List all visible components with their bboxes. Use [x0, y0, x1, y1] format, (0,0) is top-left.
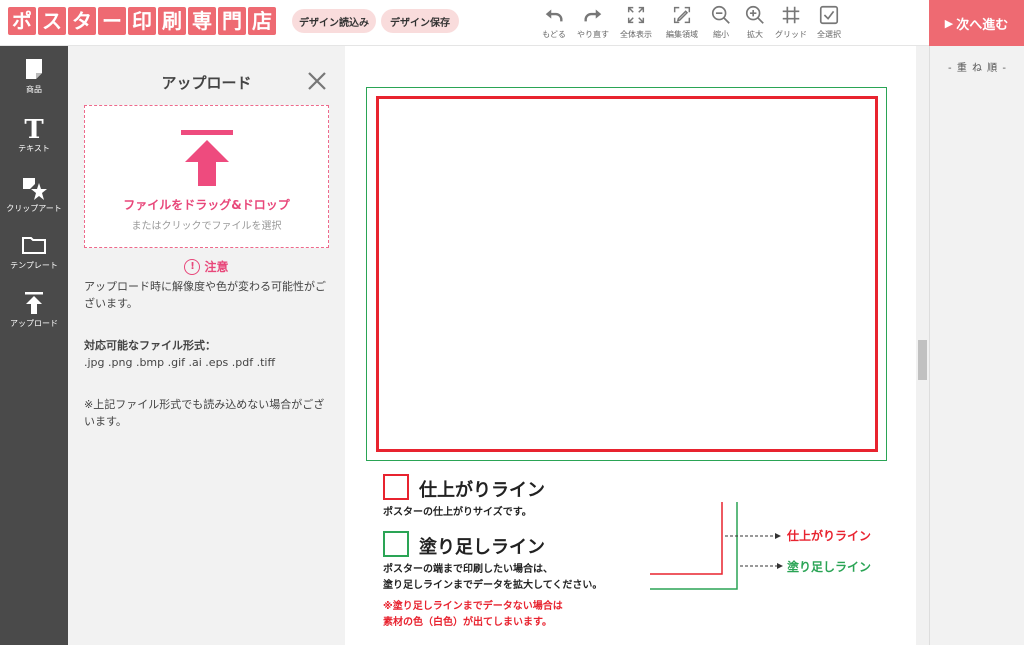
layer-order-title: - 重 ね 順 - — [948, 63, 1007, 74]
bleed-legend-title: 塗り足しライン — [419, 537, 545, 558]
logo-char: ポ — [8, 7, 36, 35]
grid-label: グリッド — [775, 30, 807, 39]
left-sidebar: 商品 T テキスト クリップアート テンプレート アップロード — [0, 46, 68, 645]
redo-button[interactable]: やり直す — [575, 4, 611, 42]
logo-char: 専 — [188, 7, 216, 35]
sidebar-item-label: テキスト — [18, 144, 50, 153]
sidebar-item-clipart[interactable]: クリップアート — [0, 175, 68, 229]
canvas-scrollbar[interactable] — [916, 46, 929, 645]
redo-label: やり直す — [577, 30, 609, 39]
file-drop-zone[interactable]: ファイルをドラッグ&ドロップ またはクリックでファイルを選択 — [84, 105, 329, 248]
save-design-button[interactable]: デザイン保存 — [381, 9, 459, 33]
fit-screen-button[interactable]: 全体表示 — [618, 4, 654, 42]
logo-char: 刷 — [158, 7, 186, 35]
select-all-label: 全選択 — [817, 30, 841, 39]
close-icon[interactable] — [306, 70, 328, 92]
undo-icon — [545, 9, 563, 22]
product-icon — [26, 59, 42, 79]
logo-char: タ — [68, 7, 96, 35]
redo-icon — [584, 9, 602, 22]
sidebar-item-label: アップロード — [10, 319, 58, 328]
finish-legend-swatch — [383, 474, 409, 500]
sidebar-item-template[interactable]: テンプレート — [0, 232, 68, 286]
zoom-out-label: 縮小 — [713, 30, 729, 39]
finish-legend-desc: ポスターの仕上がりサイズです。 — [383, 507, 532, 518]
line-diagram — [650, 502, 783, 590]
bleed-legend-desc-1: ポスターの端まで印刷したい場合は、 — [383, 564, 553, 575]
logo-char: 門 — [218, 7, 246, 35]
bleed-warning-1: ※塗り足しラインまでデータない場合は — [383, 601, 563, 612]
warning-text: アップロード時に解像度や色が変わる可能性がございます。 — [84, 280, 326, 310]
drop-zone-subtitle: またはクリックでファイルを選択 — [131, 221, 282, 232]
finish-line[interactable] — [376, 96, 878, 452]
logo-char: 店 — [248, 7, 276, 35]
scroll-thumb[interactable] — [918, 340, 927, 380]
bleed-legend-swatch — [383, 531, 409, 557]
site-logo[interactable]: ポ ス タ ー 印 刷 専 門 店 — [8, 7, 276, 35]
play-triangle-icon: ▶ — [944, 16, 954, 30]
sidebar-item-label: テンプレート — [10, 261, 58, 270]
sidebar-item-upload[interactable]: アップロード — [0, 290, 68, 344]
zoom-in-label: 拡大 — [747, 30, 763, 39]
format-note: ※上記ファイル形式でも読み込めない場合がございます。 — [84, 398, 325, 428]
finish-legend-title: 仕上がりライン — [419, 480, 545, 501]
zoom-in-button[interactable]: 拡大 — [737, 4, 773, 42]
fit-screen-icon — [627, 6, 645, 24]
edit-area-icon — [673, 6, 691, 24]
grid-icon — [782, 6, 800, 24]
logo-char: ス — [38, 7, 66, 35]
diagram-bleed-label: 塗り足しライン — [787, 560, 872, 574]
design-canvas-area: 仕上がりライン ポスターの仕上がりサイズです。 塗り足しライン ポスターの端まで… — [345, 46, 916, 645]
sidebar-item-text[interactable]: T テキスト — [0, 115, 68, 169]
drop-zone-title: ファイルをドラッグ&ドロップ — [123, 198, 290, 212]
panel-title: アップロード — [161, 74, 252, 92]
upload-arrow-icon — [180, 130, 233, 186]
svg-text:T: T — [24, 115, 44, 141]
logo-char: 印 — [128, 7, 156, 35]
fit-screen-label: 全体表示 — [620, 30, 652, 39]
next-step-button[interactable]: ▶ 次へ進む — [929, 0, 1024, 46]
upload-panel: アップロード ファイルをドラッグ&ドロップ またはクリックでファイルを選択 ! … — [68, 46, 345, 645]
formats-title: 対応可能なファイル形式： — [84, 339, 216, 352]
sidebar-item-label: 商品 — [26, 85, 42, 94]
sidebar-item-product[interactable]: 商品 — [0, 56, 68, 110]
layer-order-panel: - 重 ね 順 - — [929, 46, 1024, 645]
clipart-icon — [23, 178, 47, 200]
undo-button[interactable]: もどる — [536, 4, 572, 42]
top-bar: ポ ス タ ー 印 刷 専 門 店 デザイン読込み デザイン保存 もどる やり直… — [0, 0, 1024, 46]
warning-heading: ! 注意 — [68, 258, 345, 275]
next-step-label: 次へ進む — [956, 17, 1009, 33]
alert-icon: ! — [184, 258, 201, 275]
logo-char: ー — [98, 7, 126, 35]
sidebar-item-label: クリップアート — [6, 204, 62, 213]
edit-area-label: 編集領域 — [666, 30, 698, 39]
edit-area-button[interactable]: 編集領域 — [664, 4, 700, 42]
template-folder-icon — [22, 237, 46, 254]
formats-list: .jpg .png .bmp .gif .ai .eps .pdf .tiff — [84, 356, 276, 369]
zoom-out-icon — [711, 5, 730, 24]
text-icon: T — [24, 115, 44, 141]
warning-title: 注意 — [204, 260, 229, 274]
zoom-in-icon — [745, 5, 764, 24]
load-design-button[interactable]: デザイン読込み — [292, 9, 376, 33]
zoom-out-button[interactable]: 縮小 — [703, 4, 739, 42]
grid-button[interactable]: グリッド — [773, 4, 809, 42]
select-all-button[interactable]: 全選択 — [811, 4, 847, 42]
upload-icon — [25, 292, 43, 314]
undo-label: もどる — [542, 30, 566, 39]
select-all-icon — [819, 5, 839, 25]
diagram-finish-label: 仕上がりライン — [787, 529, 872, 543]
bleed-warning-2: 素材の色（白色）が出てしまいます。 — [383, 617, 552, 628]
bleed-legend-desc-2: 塗り足しラインまでデータを拡大してください。 — [383, 580, 603, 591]
